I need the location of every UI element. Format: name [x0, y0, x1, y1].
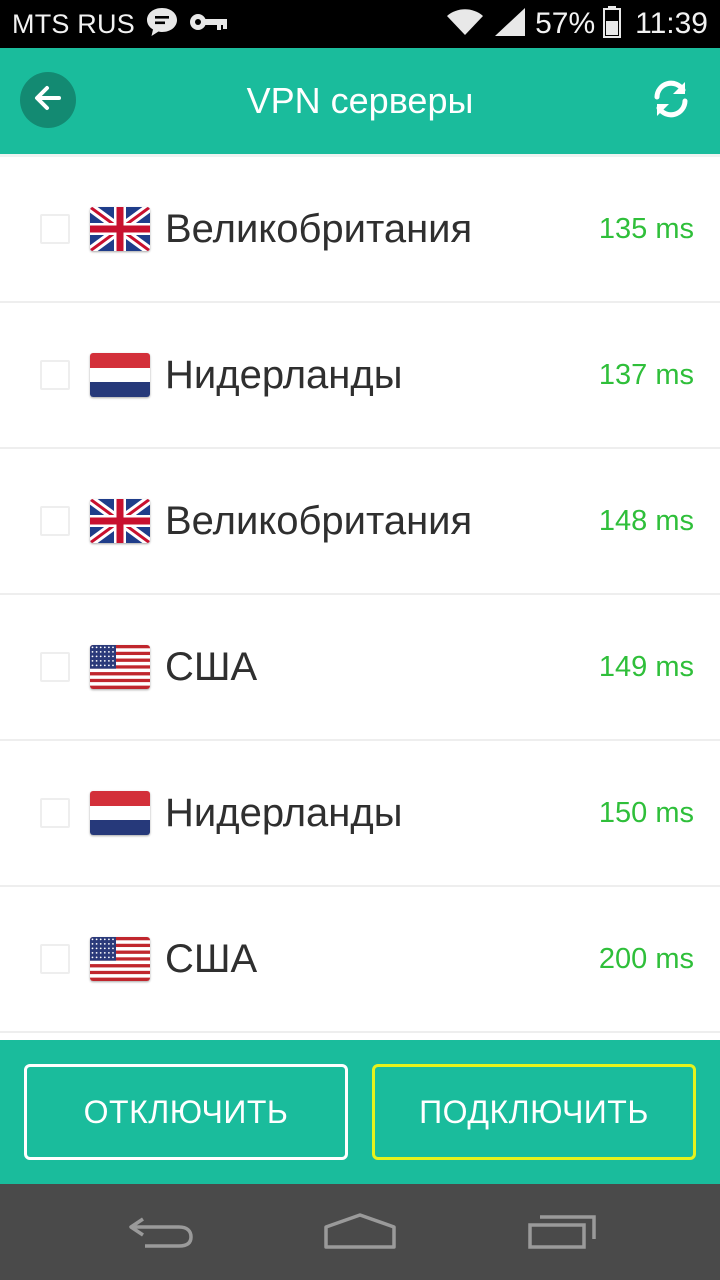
page-title: VPN серверы: [246, 80, 474, 121]
nav-back-button[interactable]: [120, 1210, 200, 1256]
server-row[interactable]: Великобритания 148 ms: [0, 449, 720, 595]
disconnect-button[interactable]: ОТКЛЮЧИТЬ: [24, 1064, 348, 1160]
status-right: 57% 11:39: [445, 5, 708, 43]
server-ping: 150 ms: [598, 796, 694, 829]
server-ping: 135 ms: [598, 212, 694, 245]
server-country: Нидерланды: [165, 790, 403, 835]
server-country: Великобритания: [165, 206, 473, 251]
status-bar: MTS RUS 57% 11:39: [0, 0, 720, 48]
server-checkbox[interactable]: [40, 360, 70, 390]
nav-back-icon: [125, 1211, 195, 1256]
screen: MTS RUS 57% 11:39 VPN серверы Великобрит…: [0, 0, 720, 1280]
signal-icon: [493, 6, 527, 43]
server-checkbox[interactable]: [40, 214, 70, 244]
server-ping: 200 ms: [598, 942, 694, 975]
flag-nl-icon: [90, 353, 150, 397]
flag-nl-icon: [90, 791, 150, 835]
battery-icon: [603, 5, 622, 43]
nav-recent-button[interactable]: [522, 1210, 602, 1256]
flag-uk-icon: [90, 499, 150, 543]
server-row[interactable]: США 149 ms: [0, 595, 720, 741]
refresh-button[interactable]: [646, 76, 696, 126]
back-button[interactable]: [20, 72, 76, 128]
server-checkbox[interactable]: [40, 506, 70, 536]
server-country: США: [165, 936, 258, 981]
app-bar: VPN серверы: [0, 48, 720, 154]
battery-percent: 57%: [535, 7, 596, 40]
message-icon: [145, 5, 179, 44]
flag-us-icon: [90, 937, 150, 981]
server-checkbox[interactable]: [40, 652, 70, 682]
server-ping: 149 ms: [598, 650, 694, 683]
server-row[interactable]: США 200 ms: [0, 887, 720, 1033]
connect-button[interactable]: ПОДКЛЮЧИТЬ: [372, 1064, 696, 1160]
nav-bar: [0, 1184, 720, 1280]
server-ping: 137 ms: [598, 358, 694, 391]
flag-uk-icon: [90, 207, 150, 251]
nav-home-button[interactable]: [320, 1210, 400, 1256]
server-row[interactable]: Нидерланды 150 ms: [0, 741, 720, 887]
key-icon: [189, 10, 229, 39]
clock: 11:39: [635, 7, 708, 40]
nav-home-icon: [322, 1211, 398, 1256]
carrier-name: MTS RUS: [12, 8, 135, 39]
nav-recent-icon: [526, 1211, 598, 1256]
server-row[interactable]: Нидерланды 137 ms: [0, 303, 720, 449]
server-checkbox[interactable]: [40, 798, 70, 828]
action-bar: ОТКЛЮЧИТЬ ПОДКЛЮЧИТЬ: [0, 1040, 720, 1184]
server-list[interactable]: Великобритания 135 ms Нидерланды 137 ms Вели…: [0, 154, 720, 1040]
server-country: Великобритания: [165, 498, 473, 543]
refresh-icon: [648, 76, 694, 127]
wifi-icon: [445, 7, 485, 42]
server-row[interactable]: Великобритания 135 ms: [0, 157, 720, 303]
status-left: MTS RUS: [12, 5, 229, 44]
server-checkbox[interactable]: [40, 944, 70, 974]
back-arrow-icon: [33, 83, 63, 118]
server-country: США: [165, 644, 258, 689]
server-ping: 148 ms: [598, 504, 694, 537]
server-country: Нидерланды: [165, 352, 403, 397]
flag-us-icon: [90, 645, 150, 689]
